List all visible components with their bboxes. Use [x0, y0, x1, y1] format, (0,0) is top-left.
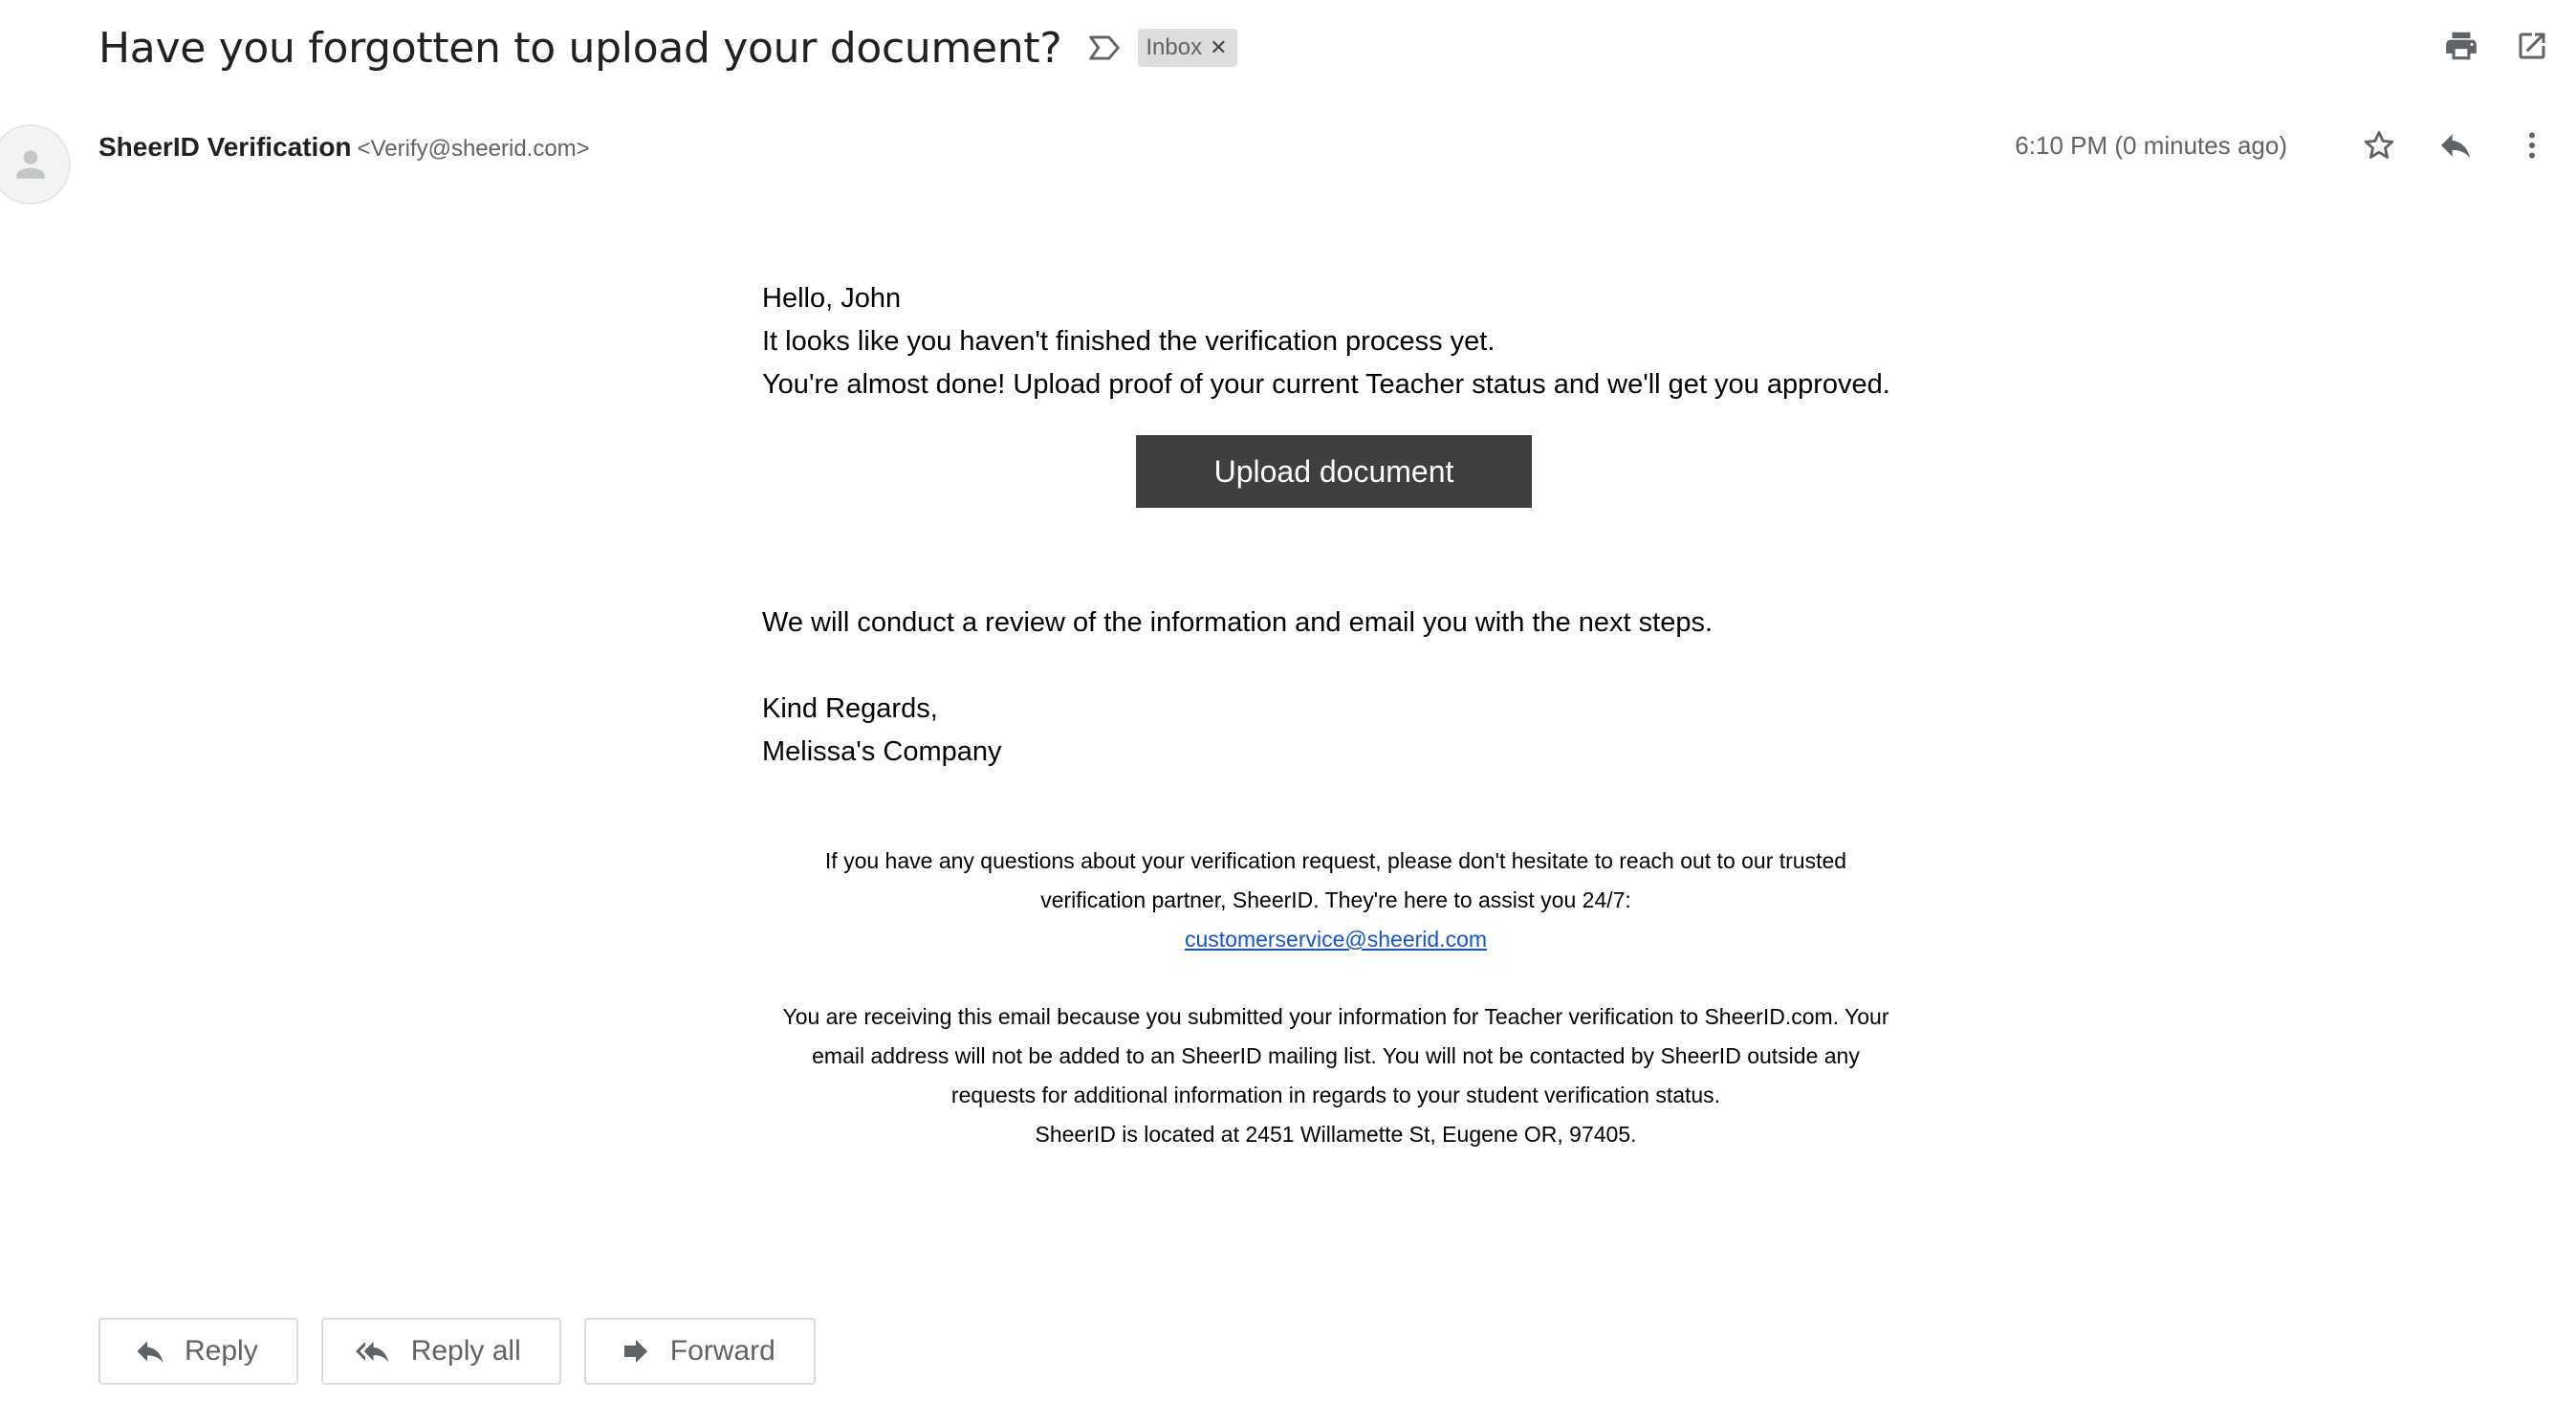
greeting: Hello, John [762, 283, 902, 314]
footer-questions-1: If you have any questions about your ver… [824, 848, 1847, 873]
body-line-2: You're almost done! Upload proof of your… [762, 369, 1890, 400]
message-time: 6:10 PM (0 minutes ago) [2015, 130, 2287, 160]
message-meta: 6:10 PM (0 minutes ago) [2015, 124, 2553, 166]
support-email-link[interactable]: customerservice@sheerid.com [1185, 927, 1487, 952]
top-toolbar [2440, 25, 2553, 67]
closing: Kind Regards, [762, 693, 938, 724]
reply-icon[interactable] [2434, 124, 2477, 166]
upload-document-button[interactable]: Upload document [1135, 435, 1533, 508]
footer-notice-3: requests for additional information in r… [950, 1083, 1721, 1107]
body-line-1: It looks like you haven't finished the v… [762, 326, 1495, 357]
forward-button[interactable]: Forward [583, 1318, 816, 1385]
footer-questions-2: verification partner, SheerID. They're h… [1040, 887, 1631, 912]
email-subject: Have you forgotten to upload your docume… [98, 23, 1062, 73]
forward-icon [623, 1340, 647, 1363]
open-in-new-icon[interactable] [2511, 25, 2553, 67]
message-body: Hello, John It looks like you haven't fi… [762, 277, 1910, 774]
message-footer: If you have any questions about your ver… [762, 842, 1910, 1154]
footer-notice-2: email address will not be added to an Sh… [812, 1043, 1860, 1068]
reply-all-button[interactable]: Reply all [320, 1318, 561, 1385]
signature: Melissa's Company [762, 736, 1002, 767]
reply-all-label: Reply all [410, 1335, 521, 1367]
footer-address: SheerID is located at 2451 Willamette St… [1035, 1122, 1637, 1147]
subject-row: Have you forgotten to upload your docume… [98, 17, 1237, 78]
cta-container: Upload document [719, 435, 1867, 508]
sender-email: <Verify@sheerid.com> [357, 136, 590, 162]
sender-name[interactable]: SheerID Verification [98, 132, 352, 162]
email-view: Have you forgotten to upload your docume… [0, 0, 2576, 1423]
forward-label: Forward [669, 1335, 775, 1367]
star-outline-icon[interactable] [2358, 124, 2400, 166]
label-outline-icon[interactable] [1086, 30, 1123, 66]
reply-label: Reply [185, 1335, 258, 1367]
more-vert-icon[interactable] [2511, 124, 2553, 166]
print-icon[interactable] [2440, 25, 2482, 67]
reply-button[interactable]: Reply [98, 1318, 298, 1385]
body-line-3: We will conduct a review of the informat… [762, 607, 1714, 638]
reply-all-icon [355, 1342, 388, 1363]
sender-avatar[interactable] [0, 124, 71, 205]
sender-line: SheerID Verification <Verify@sheerid.com> [98, 132, 590, 163]
remove-label-icon[interactable]: ✕ [1210, 35, 1227, 60]
inbox-label-text: Inbox [1146, 34, 1203, 60]
footer-notice-1: You are receiving this email because you… [782, 1004, 1889, 1029]
inbox-label-chip: Inbox ✕ [1138, 29, 1237, 67]
reply-icon [137, 1341, 164, 1363]
message-actions: Reply Reply all Forward [98, 1318, 816, 1385]
person-icon [16, 150, 45, 179]
